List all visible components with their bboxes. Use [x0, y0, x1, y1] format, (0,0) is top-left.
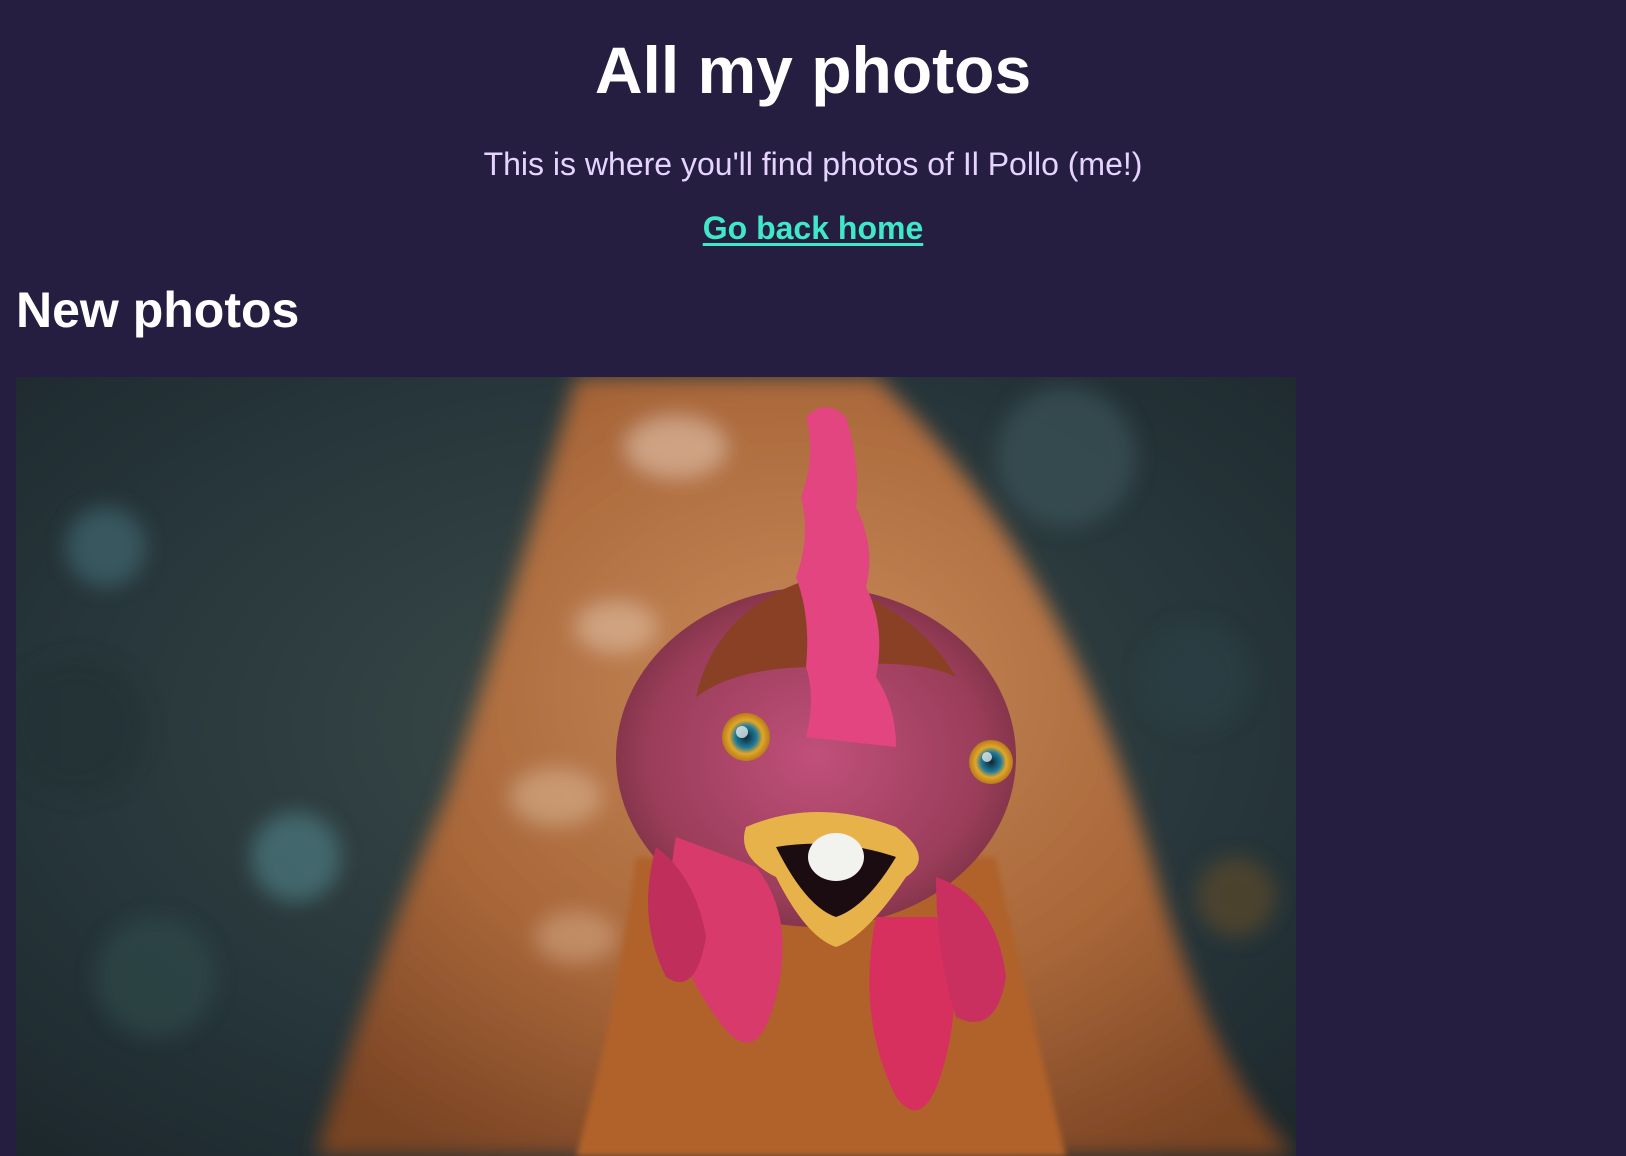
chicken-photo-illustration [16, 377, 1296, 1156]
chicken-photo [16, 377, 1296, 1156]
page-title: All my photos [594, 33, 1032, 107]
page-subtitle: This is where you'll find photos of Il P… [483, 146, 1143, 182]
new-photos-heading: New photos [16, 282, 300, 338]
go-back-home-link[interactable]: Go back home [703, 210, 924, 246]
home-link-container: Go back home [0, 208, 1626, 248]
